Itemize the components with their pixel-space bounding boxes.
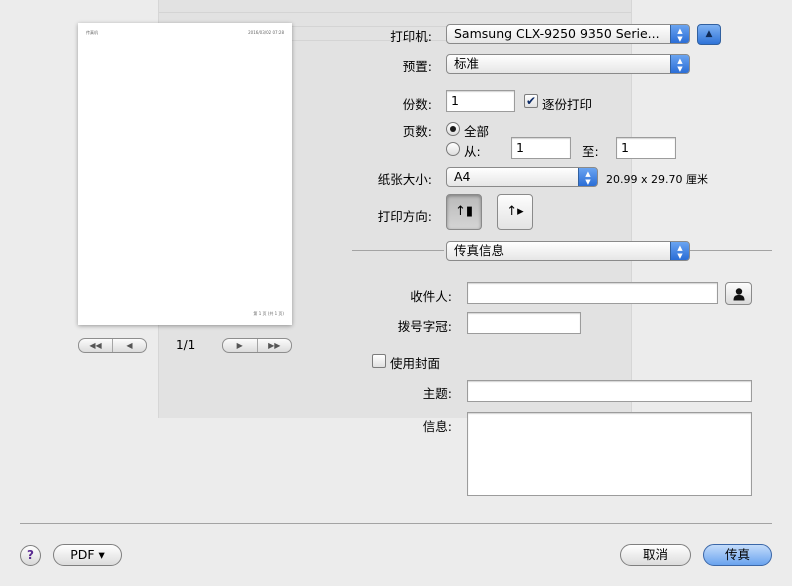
collate-label: 逐份打印	[542, 97, 593, 112]
previous-page-button[interactable]: ◀	[112, 339, 146, 352]
pages-all-radio[interactable]	[446, 122, 460, 136]
popup-arrows-icon: ▲ ▼	[670, 242, 689, 260]
first-page-button[interactable]: ◀◀	[79, 339, 112, 352]
preview-forward-nav: ▶ ▶▶	[222, 338, 292, 353]
copies-input[interactable]: 1	[446, 90, 515, 112]
pages-from-label: 从:	[464, 144, 481, 159]
pages-range-radio[interactable]	[446, 142, 460, 156]
message-label: 信息:	[422, 419, 452, 434]
cancel-button[interactable]: 取消	[620, 544, 691, 566]
section-menu-value: 传真信息	[454, 243, 505, 258]
dial-prefix-label: 拨号字冠:	[397, 319, 452, 334]
separator-left	[352, 250, 444, 251]
help-button[interactable]: ?	[20, 545, 41, 566]
recipient-label: 收件人:	[410, 289, 452, 304]
recipient-input[interactable]	[467, 282, 718, 304]
fax-button[interactable]: 传真	[703, 544, 772, 566]
next-page-button[interactable]: ▶	[223, 339, 257, 352]
printer-popup[interactable]: Samsung CLX-9250 9350 Serie... ▲ ▼	[446, 24, 690, 44]
popup-arrows-icon: ▲ ▼	[670, 25, 689, 43]
orientation-portrait-button[interactable]: ↑▮	[446, 194, 482, 230]
message-textarea[interactable]	[467, 412, 752, 496]
footer-separator	[20, 523, 772, 524]
presets-popup[interactable]: 标准 ▲ ▼	[446, 54, 690, 74]
pdf-menu-button[interactable]: PDF ▾	[53, 544, 122, 566]
pages-from-input[interactable]: 1	[511, 137, 571, 159]
pages-to-input[interactable]: 1	[616, 137, 676, 159]
subject-input[interactable]	[467, 380, 752, 402]
popup-arrows-icon: ▲ ▼	[578, 168, 597, 186]
last-page-button[interactable]: ▶▶	[256, 339, 292, 352]
paper-size-value: A4	[454, 169, 471, 184]
landscape-icon: ↑▸	[506, 204, 524, 219]
preview-footer: 第 1 页 (共 1 页)	[253, 311, 284, 316]
preview-header-left: 传真机	[86, 30, 98, 35]
dial-prefix-input[interactable]	[467, 312, 581, 334]
pages-to-label: 至:	[582, 144, 599, 159]
printer-label: 打印机:	[390, 29, 432, 44]
section-menu-popup[interactable]: 传真信息 ▲ ▼	[446, 241, 690, 261]
collapse-details-button[interactable]: ▲	[697, 24, 721, 45]
preview-header-right: 2016/03/02 07:28	[248, 30, 284, 35]
collate-checkbox[interactable]: ✔	[524, 94, 538, 108]
presets-value: 标准	[454, 56, 480, 71]
portrait-icon: ↑▮	[454, 204, 474, 219]
pages-label: 页数:	[402, 124, 432, 139]
preview-back-nav: ◀◀ ◀	[78, 338, 147, 353]
presets-label: 预置:	[402, 59, 432, 74]
popup-arrows-icon: ▲ ▼	[670, 55, 689, 73]
copies-label: 份数:	[402, 97, 432, 112]
use-cover-label: 使用封面	[390, 356, 441, 371]
page-indicator: 1/1	[176, 338, 196, 352]
separator-right	[690, 250, 772, 251]
paper-dimensions: 20.99 x 29.70 厘米	[606, 173, 708, 186]
printer-value: Samsung CLX-9250 9350 Serie...	[454, 26, 660, 41]
page-preview: 传真机 2016/03/02 07:28 第 1 页 (共 1 页)	[78, 23, 292, 325]
pages-all-label: 全部	[464, 124, 490, 139]
address-book-button[interactable]	[725, 282, 752, 305]
paper-size-popup[interactable]: A4 ▲ ▼	[446, 167, 598, 187]
triangle-up-icon: ▲	[705, 29, 713, 39]
person-icon	[733, 288, 744, 301]
orientation-label: 打印方向:	[377, 209, 432, 224]
use-cover-checkbox[interactable]	[372, 354, 386, 368]
subject-label: 主题:	[422, 386, 452, 401]
paper-size-label: 纸张大小:	[377, 172, 432, 187]
orientation-landscape-button[interactable]: ↑▸	[497, 194, 533, 230]
